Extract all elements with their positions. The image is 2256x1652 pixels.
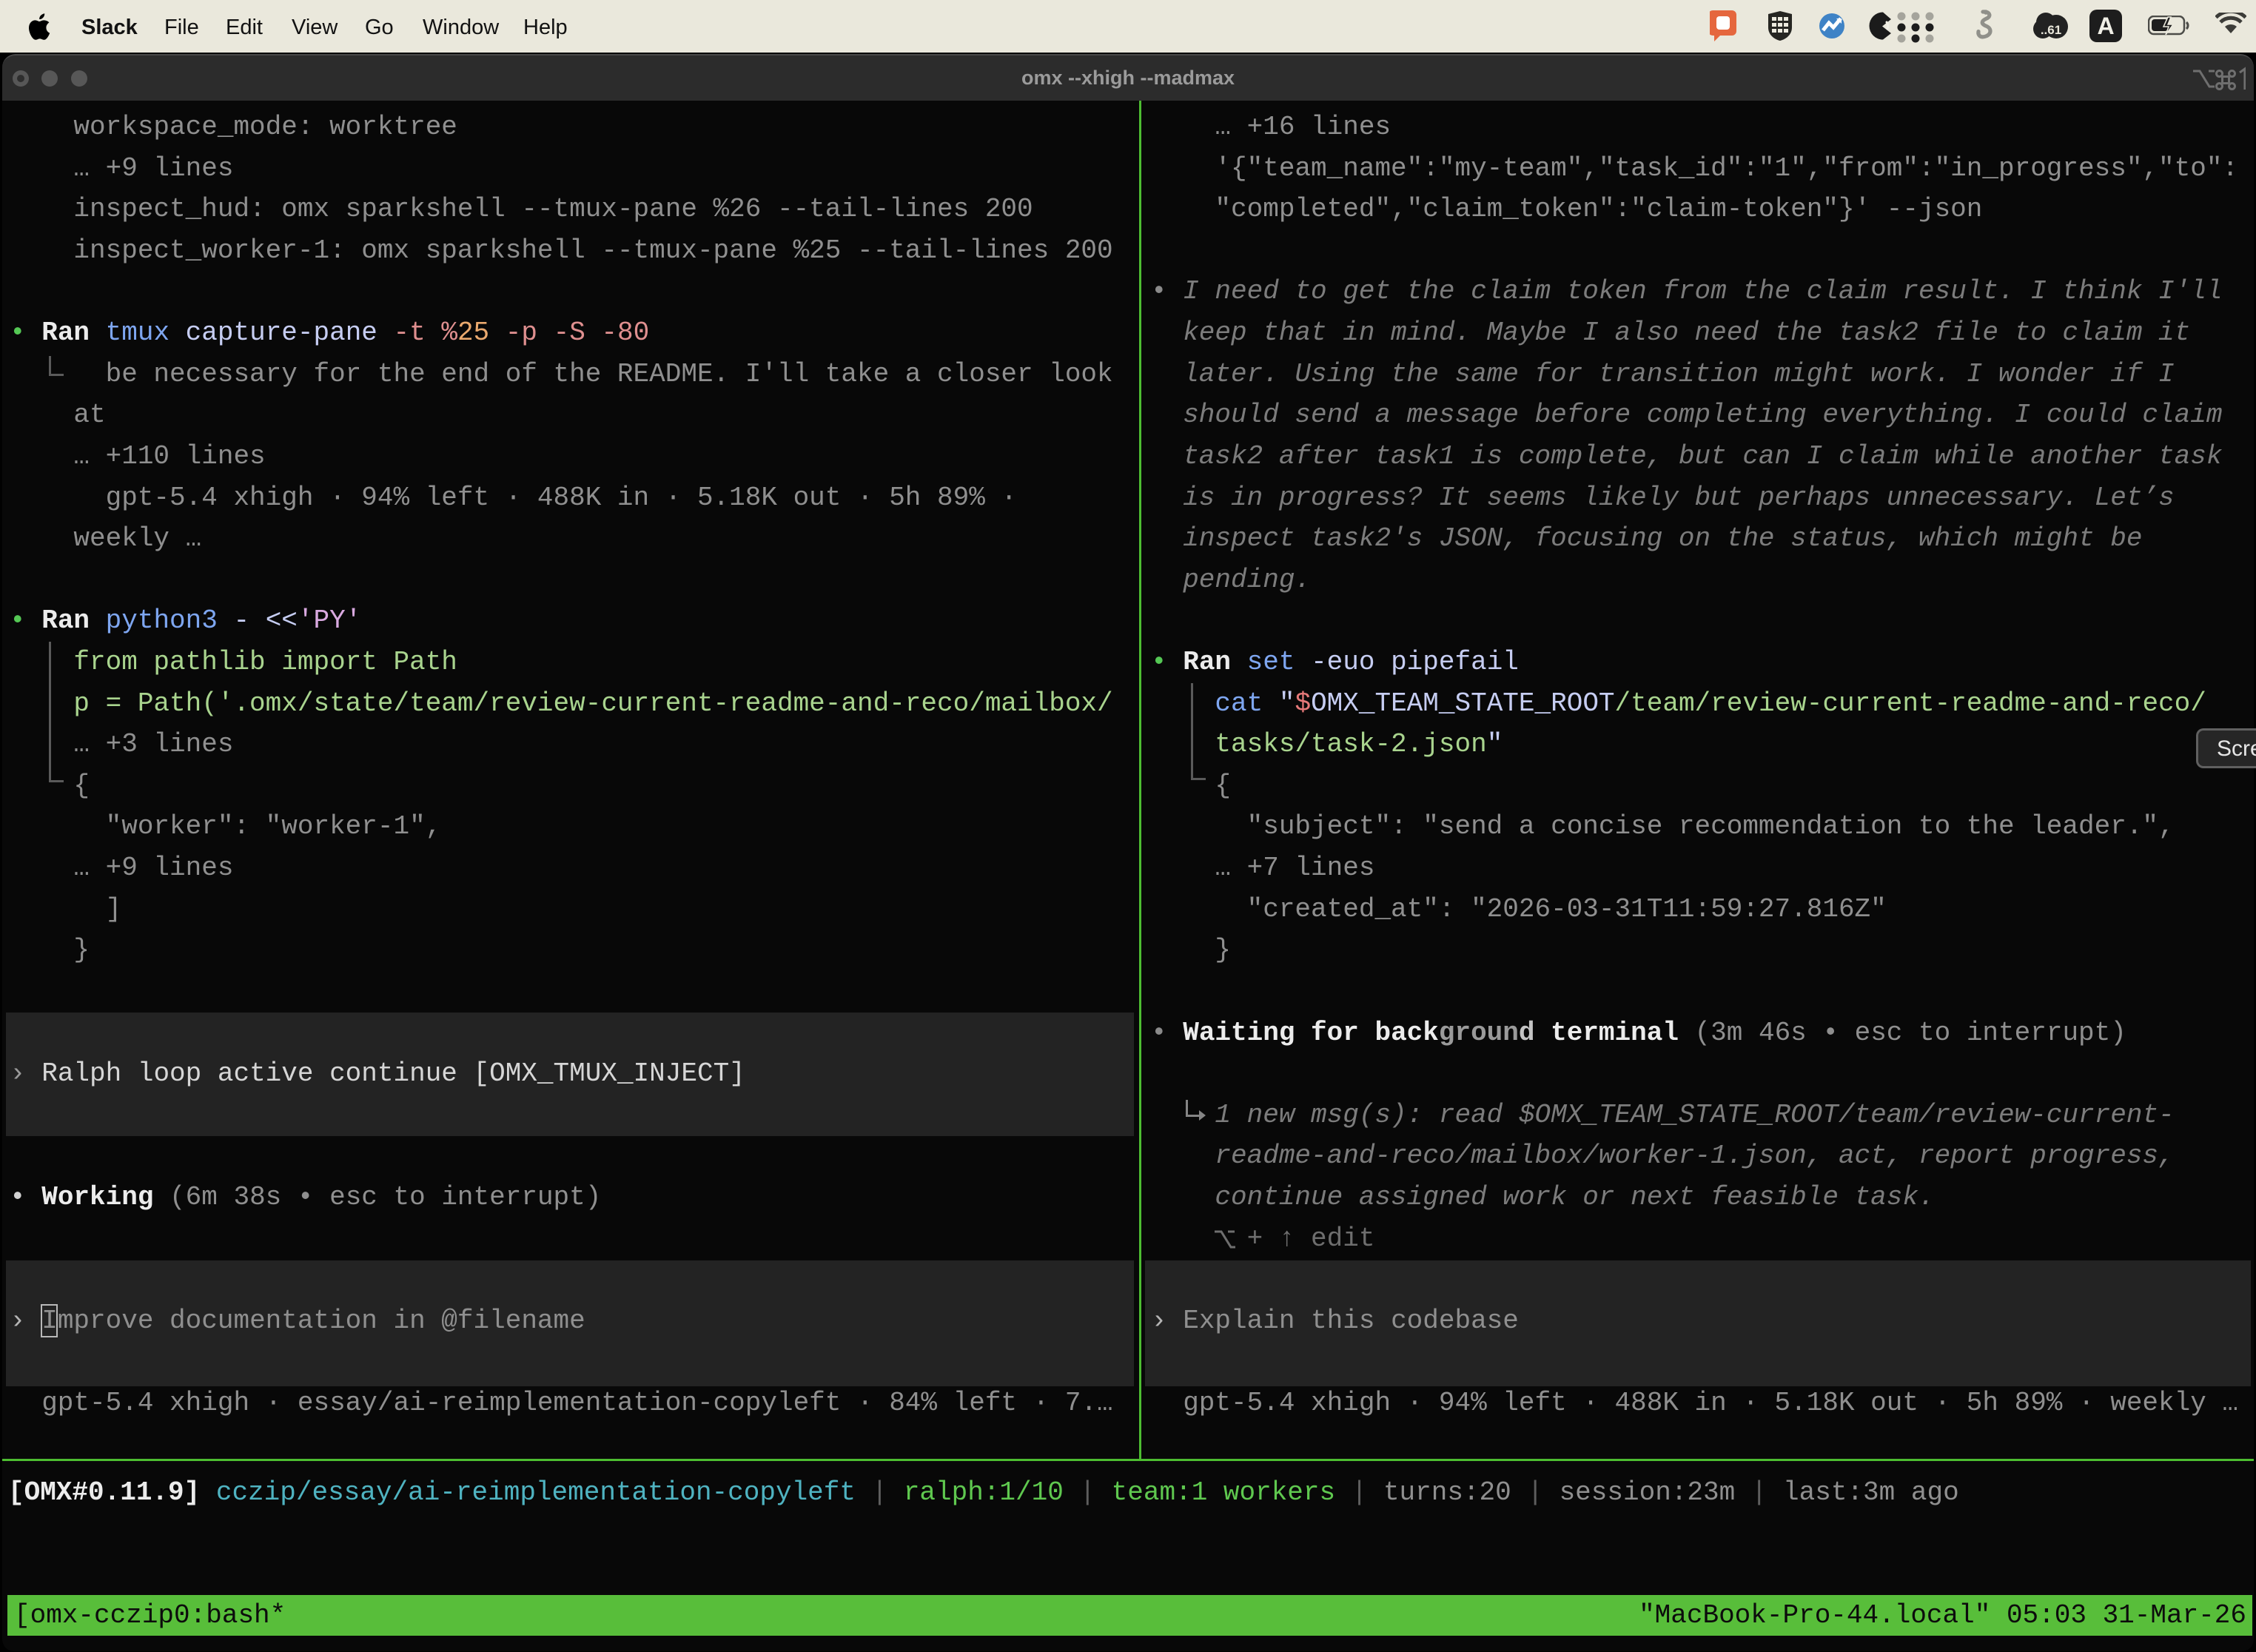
- svg-text:..61: ..61: [2041, 23, 2061, 37]
- svg-text:A: A: [2097, 13, 2114, 39]
